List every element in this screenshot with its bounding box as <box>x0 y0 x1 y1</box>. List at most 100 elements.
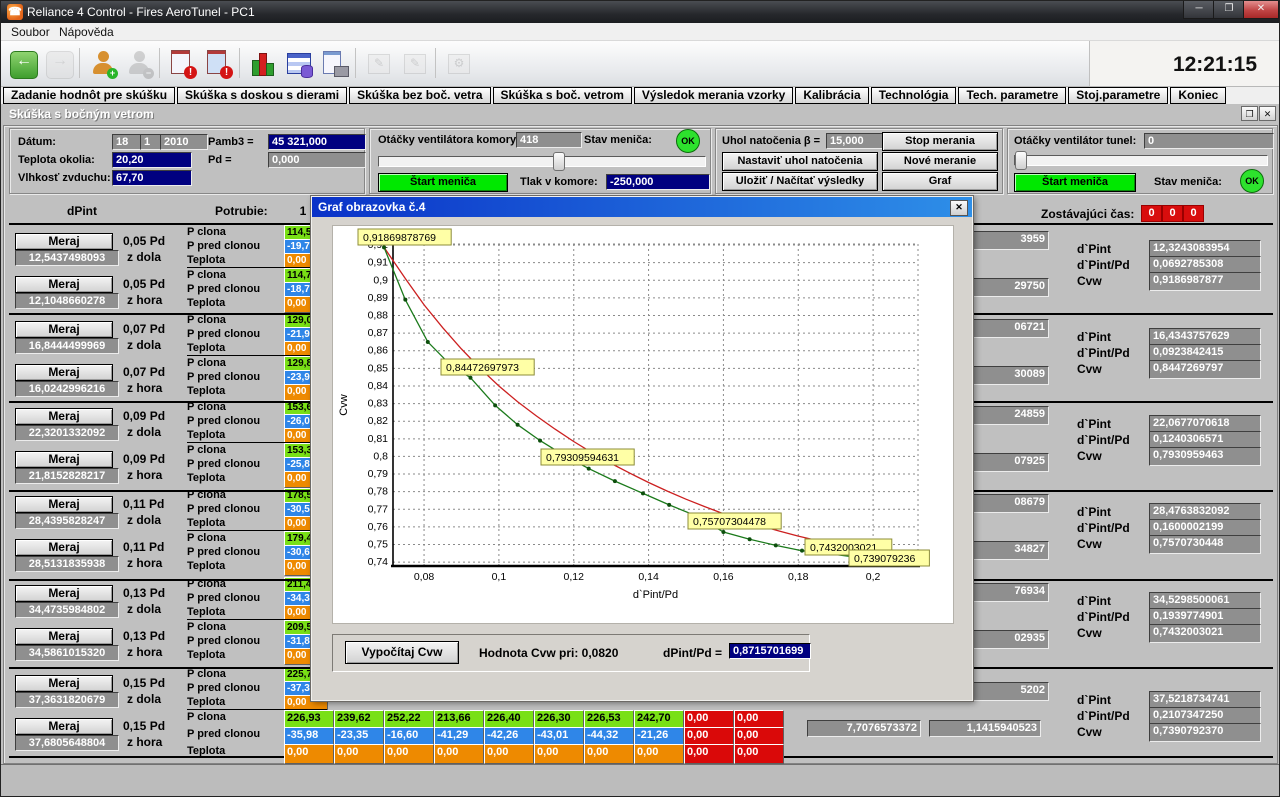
set-angle-button[interactable]: Nastaviť uhol natočenia <box>722 152 878 171</box>
dpint-label: d`Pint <box>1077 242 1111 256</box>
data-point <box>800 549 804 553</box>
chart-icon[interactable] <box>247 48 279 80</box>
tab-3[interactable]: Skúška bez boč. vetra <box>349 87 490 104</box>
dpintpd-input[interactable]: 0,8715701699 <box>729 643 811 659</box>
meraj-button[interactable]: Meraj <box>15 276 113 293</box>
tab-4[interactable]: Skúška s boč. vetrom <box>493 87 632 104</box>
toolbar-separator <box>79 48 80 78</box>
user-head <box>98 51 109 62</box>
date-year-field[interactable]: 2010 <box>160 134 208 150</box>
dpint-label: d`Pint <box>1077 417 1111 431</box>
save-load-results-button[interactable]: Uložiť / Načítať výsledky <box>722 172 878 191</box>
annotation-label: 0,739079236 <box>854 553 915 565</box>
tab-10[interactable]: Koniec <box>1170 87 1226 104</box>
tunnel-start-inverter-button[interactable]: Štart meniča <box>1014 173 1136 192</box>
minimize-button[interactable]: ─ <box>1183 1 1215 19</box>
teplota-chip: 0,00 <box>334 744 384 764</box>
annotation-label: 0,79309594631 <box>546 452 619 464</box>
meraj-button[interactable]: Meraj <box>15 496 113 513</box>
graph-dialog-close-icon[interactable]: ✕ <box>950 200 968 216</box>
chamber-fan-slider[interactable] <box>378 156 706 167</box>
y-tick-label: 0,87 <box>368 327 389 339</box>
pd-level-label: 0,11 Pd <box>123 497 164 511</box>
tab-9[interactable]: Stoj.parametre <box>1068 87 1168 104</box>
p-pred-clonou-label: P pred clonou <box>187 682 260 694</box>
teplota-label: Teplota <box>187 649 225 661</box>
meraj-button[interactable]: Meraj <box>15 451 113 468</box>
meraj-value: 37,6805648804 <box>15 735 119 751</box>
cvw-label: Cvw <box>1077 725 1102 739</box>
dpint-pd-label: d`Pint/Pd <box>1077 709 1130 723</box>
remaining-digit: 0 <box>1183 205 1204 222</box>
report-print-icon[interactable] <box>319 48 351 80</box>
meraj-button[interactable]: Meraj <box>15 233 113 250</box>
table-icon[interactable] <box>283 48 315 80</box>
meraj-button[interactable]: Meraj <box>15 408 113 425</box>
tab-8[interactable]: Tech. parametre <box>958 87 1066 104</box>
p-pred-clonou-label: P pred clonou <box>187 283 260 295</box>
alert-badge: ! <box>184 66 197 79</box>
teplota-chip: 0,00 <box>284 744 334 764</box>
teplota-chip: 0,00 <box>684 744 734 764</box>
teplota-label: Teplota <box>187 385 225 397</box>
meraj-button[interactable]: Meraj <box>15 718 113 735</box>
p-clona-label: P clona <box>187 226 226 238</box>
x-axis-title: d`Pint/Pd <box>633 589 678 601</box>
tunnel-fan-slider-thumb[interactable] <box>1015 151 1027 170</box>
graph-dialog-footer: Vypočítaj Cvw Hodnota Cvw pri: 0,0820 dP… <box>332 634 810 672</box>
menu-soubor[interactable]: Soubor <box>5 25 56 39</box>
menu-napoveda[interactable]: Nápověda <box>53 25 120 39</box>
y-tick-label: 0,89 <box>368 292 389 304</box>
chamber-fan-slider-thumb[interactable] <box>553 152 565 171</box>
new-measurement-button[interactable]: Nové meranie <box>882 152 998 171</box>
tab-5[interactable]: Výsledok merania vzorky <box>634 87 793 104</box>
meraj-button[interactable]: Meraj <box>15 585 113 602</box>
tab-1[interactable]: Zadanie hodnôt pre skúšku <box>3 87 175 104</box>
cvw-value: 0,7570730448 <box>1149 535 1261 554</box>
graph-dialog-title: Graf obrazovka č.4 <box>318 200 425 214</box>
disabled-tool-shape: ✎ <box>368 54 390 74</box>
app-icon: ☎ <box>7 4 23 20</box>
toolbar-separator <box>239 48 240 78</box>
meraj-button[interactable]: Meraj <box>15 539 113 556</box>
cvw-label: Cvw <box>1077 449 1102 463</box>
tab-6[interactable]: Kalibrácia <box>795 87 868 104</box>
meraj-button[interactable]: Meraj <box>15 675 113 692</box>
p-pred-clonou-label: P pred clonou <box>187 240 260 252</box>
teplota-chip: 0,00 <box>484 744 534 764</box>
meraj-button[interactable]: Meraj <box>15 628 113 645</box>
menu-bar: Soubor Nápověda <box>1 23 1280 41</box>
stop-measurement-button[interactable]: Stop merania <box>882 132 998 151</box>
environment-groupbox: Dátum: 18 1 2010 Pamb3 = 45 321,000 Tepl… <box>9 128 365 194</box>
meraj-value: 28,5131835938 <box>15 556 119 572</box>
meraj-value: 21,8152828217 <box>15 468 119 484</box>
p-clona-label: P clona <box>187 357 226 369</box>
graph-dialog: Graf obrazovka č.4 ✕ 0,740,750,760,770,7… <box>311 196 973 701</box>
tab-2[interactable]: Skúška s doskou s dierami <box>177 87 347 104</box>
graph-button[interactable]: Graf <box>882 172 998 191</box>
mdi-restore-button[interactable]: ❐ <box>1241 106 1258 121</box>
meraj-button[interactable]: Meraj <box>15 321 113 338</box>
potrubie-label: Potrubie: <box>215 204 268 218</box>
alarm-folder-icon[interactable]: ! <box>203 48 235 80</box>
data-point <box>516 423 520 427</box>
user-add-icon[interactable]: + <box>87 48 119 80</box>
tunnel-fan-slider[interactable] <box>1014 155 1268 166</box>
maximize-button[interactable]: ❐ <box>1213 1 1245 19</box>
close-button[interactable]: ✕ <box>1243 1 1279 19</box>
y-tick-label: 0,75 <box>368 539 389 551</box>
x-tick-label: 0,1 <box>492 571 507 583</box>
arrow-glyph: → <box>46 51 74 79</box>
tab-7[interactable]: Technológia <box>871 87 957 104</box>
graph-dialog-titlebar[interactable]: Graf obrazovka č.4 <box>312 197 972 217</box>
back-icon[interactable]: ← <box>7 48 39 80</box>
direction-label: z hora <box>127 468 162 482</box>
hodnota-cvw-label: Hodnota Cvw pri: 0,0820 <box>479 646 618 660</box>
calculate-cvw-button[interactable]: Vypočítaj Cvw <box>345 641 459 664</box>
angle-field[interactable]: 15,000 <box>826 133 884 149</box>
mdi-close-button[interactable]: ✕ <box>1259 106 1276 121</box>
meraj-button[interactable]: Meraj <box>15 364 113 381</box>
alarm-document-icon[interactable]: ! <box>167 48 199 80</box>
y-axis-title: Cvw <box>338 394 350 415</box>
chamber-start-inverter-button[interactable]: Štart meniča <box>378 173 508 192</box>
